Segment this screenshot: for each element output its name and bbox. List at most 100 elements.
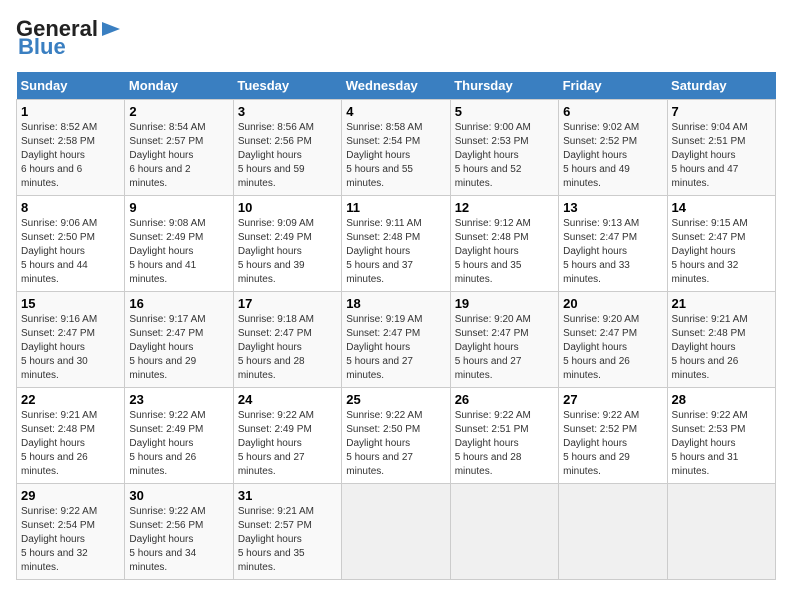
day-number: 11 (346, 200, 445, 215)
day-detail: Sunrise: 9:13 AMSunset: 2:47 PMDaylight … (563, 218, 639, 285)
calendar-cell: 29 Sunrise: 9:22 AMSunset: 2:54 PMDaylig… (17, 484, 125, 580)
day-number: 18 (346, 296, 445, 311)
logo-arrow-icon (100, 18, 122, 40)
day-number: 15 (21, 296, 120, 311)
day-number: 27 (563, 392, 662, 407)
day-number: 1 (21, 104, 120, 119)
calendar-cell: 23 Sunrise: 9:22 AMSunset: 2:49 PMDaylig… (125, 388, 233, 484)
page-header: General Blue (16, 16, 776, 60)
calendar-cell: 18 Sunrise: 9:19 AMSunset: 2:47 PMDaylig… (342, 292, 450, 388)
day-detail: Sunrise: 9:00 AMSunset: 2:53 PMDaylight … (455, 122, 531, 189)
calendar-week-row: 22 Sunrise: 9:21 AMSunset: 2:48 PMDaylig… (17, 388, 776, 484)
day-number: 30 (129, 488, 228, 503)
day-detail: Sunrise: 9:21 AMSunset: 2:48 PMDaylight … (21, 410, 97, 477)
calendar-cell: 19 Sunrise: 9:20 AMSunset: 2:47 PMDaylig… (450, 292, 558, 388)
col-header-wednesday: Wednesday (342, 72, 450, 100)
day-number: 31 (238, 488, 337, 503)
calendar-cell: 25 Sunrise: 9:22 AMSunset: 2:50 PMDaylig… (342, 388, 450, 484)
day-number: 16 (129, 296, 228, 311)
calendar-cell (342, 484, 450, 580)
calendar-cell: 8 Sunrise: 9:06 AMSunset: 2:50 PMDayligh… (17, 196, 125, 292)
day-detail: Sunrise: 9:18 AMSunset: 2:47 PMDaylight … (238, 314, 314, 381)
calendar-cell: 15 Sunrise: 9:16 AMSunset: 2:47 PMDaylig… (17, 292, 125, 388)
day-detail: Sunrise: 8:58 AMSunset: 2:54 PMDaylight … (346, 122, 422, 189)
day-number: 28 (672, 392, 771, 407)
day-detail: Sunrise: 9:06 AMSunset: 2:50 PMDaylight … (21, 218, 97, 285)
day-detail: Sunrise: 8:52 AMSunset: 2:58 PMDaylight … (21, 122, 97, 189)
day-detail: Sunrise: 9:12 AMSunset: 2:48 PMDaylight … (455, 218, 531, 285)
day-detail: Sunrise: 8:56 AMSunset: 2:56 PMDaylight … (238, 122, 314, 189)
calendar-cell: 14 Sunrise: 9:15 AMSunset: 2:47 PMDaylig… (667, 196, 775, 292)
calendar-cell: 31 Sunrise: 9:21 AMSunset: 2:57 PMDaylig… (233, 484, 341, 580)
calendar-cell: 16 Sunrise: 9:17 AMSunset: 2:47 PMDaylig… (125, 292, 233, 388)
calendar-cell: 24 Sunrise: 9:22 AMSunset: 2:49 PMDaylig… (233, 388, 341, 484)
calendar-cell (667, 484, 775, 580)
day-detail: Sunrise: 9:19 AMSunset: 2:47 PMDaylight … (346, 314, 422, 381)
calendar-cell: 21 Sunrise: 9:21 AMSunset: 2:48 PMDaylig… (667, 292, 775, 388)
day-detail: Sunrise: 9:20 AMSunset: 2:47 PMDaylight … (455, 314, 531, 381)
day-detail: Sunrise: 9:22 AMSunset: 2:56 PMDaylight … (129, 506, 205, 573)
calendar-week-row: 1 Sunrise: 8:52 AMSunset: 2:58 PMDayligh… (17, 100, 776, 196)
day-number: 19 (455, 296, 554, 311)
day-number: 3 (238, 104, 337, 119)
day-detail: Sunrise: 8:54 AMSunset: 2:57 PMDaylight … (129, 122, 205, 189)
day-detail: Sunrise: 9:22 AMSunset: 2:51 PMDaylight … (455, 410, 531, 477)
calendar-cell: 6 Sunrise: 9:02 AMSunset: 2:52 PMDayligh… (559, 100, 667, 196)
day-number: 9 (129, 200, 228, 215)
calendar-cell: 26 Sunrise: 9:22 AMSunset: 2:51 PMDaylig… (450, 388, 558, 484)
calendar-week-row: 8 Sunrise: 9:06 AMSunset: 2:50 PMDayligh… (17, 196, 776, 292)
calendar-cell: 22 Sunrise: 9:21 AMSunset: 2:48 PMDaylig… (17, 388, 125, 484)
calendar-cell: 7 Sunrise: 9:04 AMSunset: 2:51 PMDayligh… (667, 100, 775, 196)
calendar-week-row: 15 Sunrise: 9:16 AMSunset: 2:47 PMDaylig… (17, 292, 776, 388)
col-header-monday: Monday (125, 72, 233, 100)
col-header-thursday: Thursday (450, 72, 558, 100)
calendar-week-row: 29 Sunrise: 9:22 AMSunset: 2:54 PMDaylig… (17, 484, 776, 580)
day-number: 4 (346, 104, 445, 119)
day-number: 10 (238, 200, 337, 215)
day-number: 12 (455, 200, 554, 215)
day-number: 14 (672, 200, 771, 215)
day-number: 2 (129, 104, 228, 119)
day-number: 21 (672, 296, 771, 311)
day-detail: Sunrise: 9:22 AMSunset: 2:50 PMDaylight … (346, 410, 422, 477)
calendar-cell: 20 Sunrise: 9:20 AMSunset: 2:47 PMDaylig… (559, 292, 667, 388)
day-number: 6 (563, 104, 662, 119)
day-number: 17 (238, 296, 337, 311)
day-detail: Sunrise: 9:20 AMSunset: 2:47 PMDaylight … (563, 314, 639, 381)
day-detail: Sunrise: 9:21 AMSunset: 2:57 PMDaylight … (238, 506, 314, 573)
calendar-cell: 2 Sunrise: 8:54 AMSunset: 2:57 PMDayligh… (125, 100, 233, 196)
day-detail: Sunrise: 9:21 AMSunset: 2:48 PMDaylight … (672, 314, 748, 381)
calendar-cell: 4 Sunrise: 8:58 AMSunset: 2:54 PMDayligh… (342, 100, 450, 196)
logo: General Blue (16, 16, 122, 60)
calendar-cell (559, 484, 667, 580)
col-header-friday: Friday (559, 72, 667, 100)
day-detail: Sunrise: 9:17 AMSunset: 2:47 PMDaylight … (129, 314, 205, 381)
calendar-cell: 1 Sunrise: 8:52 AMSunset: 2:58 PMDayligh… (17, 100, 125, 196)
calendar-cell: 28 Sunrise: 9:22 AMSunset: 2:53 PMDaylig… (667, 388, 775, 484)
calendar-cell: 13 Sunrise: 9:13 AMSunset: 2:47 PMDaylig… (559, 196, 667, 292)
day-detail: Sunrise: 9:02 AMSunset: 2:52 PMDaylight … (563, 122, 639, 189)
day-detail: Sunrise: 9:08 AMSunset: 2:49 PMDaylight … (129, 218, 205, 285)
calendar-header-row: SundayMondayTuesdayWednesdayThursdayFrid… (17, 72, 776, 100)
day-number: 22 (21, 392, 120, 407)
day-detail: Sunrise: 9:22 AMSunset: 2:53 PMDaylight … (672, 410, 748, 477)
logo-blue-text: Blue (18, 34, 66, 60)
calendar-table: SundayMondayTuesdayWednesdayThursdayFrid… (16, 72, 776, 580)
day-number: 24 (238, 392, 337, 407)
calendar-cell: 30 Sunrise: 9:22 AMSunset: 2:56 PMDaylig… (125, 484, 233, 580)
day-number: 8 (21, 200, 120, 215)
calendar-cell: 12 Sunrise: 9:12 AMSunset: 2:48 PMDaylig… (450, 196, 558, 292)
calendar-cell: 3 Sunrise: 8:56 AMSunset: 2:56 PMDayligh… (233, 100, 341, 196)
calendar-cell: 9 Sunrise: 9:08 AMSunset: 2:49 PMDayligh… (125, 196, 233, 292)
day-detail: Sunrise: 9:22 AMSunset: 2:49 PMDaylight … (129, 410, 205, 477)
col-header-tuesday: Tuesday (233, 72, 341, 100)
day-detail: Sunrise: 9:04 AMSunset: 2:51 PMDaylight … (672, 122, 748, 189)
calendar-cell: 5 Sunrise: 9:00 AMSunset: 2:53 PMDayligh… (450, 100, 558, 196)
calendar-cell: 11 Sunrise: 9:11 AMSunset: 2:48 PMDaylig… (342, 196, 450, 292)
day-number: 29 (21, 488, 120, 503)
calendar-cell (450, 484, 558, 580)
day-detail: Sunrise: 9:15 AMSunset: 2:47 PMDaylight … (672, 218, 748, 285)
col-header-saturday: Saturday (667, 72, 775, 100)
calendar-cell: 17 Sunrise: 9:18 AMSunset: 2:47 PMDaylig… (233, 292, 341, 388)
day-number: 23 (129, 392, 228, 407)
